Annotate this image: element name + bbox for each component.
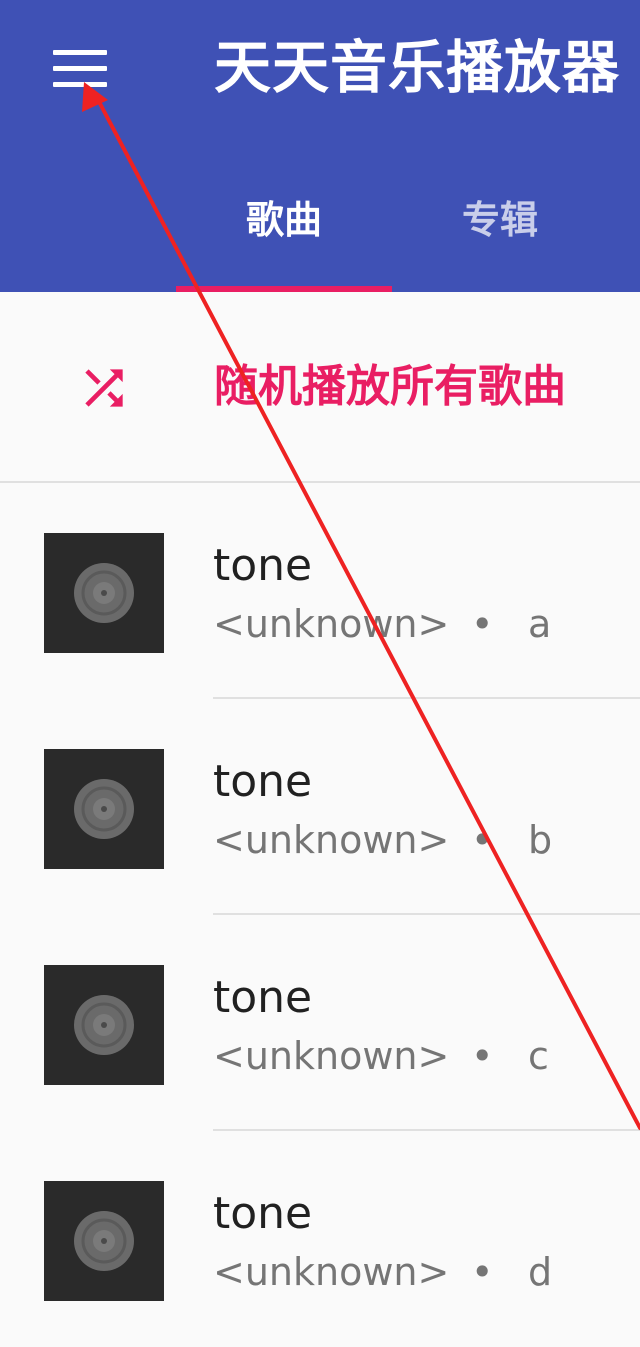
song-title: tone <box>213 1188 313 1239</box>
album-art <box>44 1181 164 1301</box>
vinyl-record-icon <box>74 779 134 839</box>
song-album: d <box>528 1250 553 1294</box>
app-title: 天天音乐播放器 <box>214 35 620 101</box>
vinyl-record-icon <box>74 995 134 1055</box>
song-row[interactable]: tone <unknown> • d <box>0 1131 640 1347</box>
tab-songs[interactable]: 歌曲 <box>176 180 392 260</box>
hamburger-menu-icon-bar <box>53 66 107 71</box>
hamburger-menu-icon <box>53 50 107 55</box>
app-bar: 天天音乐播放器 歌曲 专辑 <box>0 0 640 292</box>
song-title: tone <box>213 756 313 807</box>
song-row[interactable]: tone <unknown> • a <box>0 483 640 699</box>
song-album: b <box>528 818 553 862</box>
shuffle-all-button[interactable]: 随机播放所有歌曲 <box>0 292 640 482</box>
song-artist: <unknown> <box>213 1034 450 1078</box>
tab-albums[interactable]: 专辑 <box>392 180 608 260</box>
album-art <box>44 749 164 869</box>
song-artist: <unknown> <box>213 818 450 862</box>
song-row[interactable]: tone <unknown> • c <box>0 915 640 1131</box>
song-title: tone <box>213 972 313 1023</box>
vinyl-record-icon <box>74 1211 134 1271</box>
hamburger-menu-icon-bar <box>53 82 107 87</box>
song-album: c <box>528 1034 549 1078</box>
album-art <box>44 965 164 1085</box>
song-album: a <box>528 602 552 646</box>
song-title: tone <box>213 540 313 591</box>
song-row[interactable]: tone <unknown> • b <box>0 699 640 915</box>
song-artist: <unknown> <box>213 602 450 646</box>
album-art <box>44 533 164 653</box>
shuffle-all-label: 随机播放所有歌曲 <box>214 361 566 412</box>
separator-dot: • <box>471 1034 494 1078</box>
menu-button[interactable] <box>40 36 120 100</box>
shuffle-icon <box>76 360 132 416</box>
separator-dot: • <box>471 602 494 646</box>
song-artist: <unknown> <box>213 1250 450 1294</box>
separator-dot: • <box>471 1250 494 1294</box>
vinyl-record-icon <box>74 563 134 623</box>
separator-dot: • <box>471 818 494 862</box>
